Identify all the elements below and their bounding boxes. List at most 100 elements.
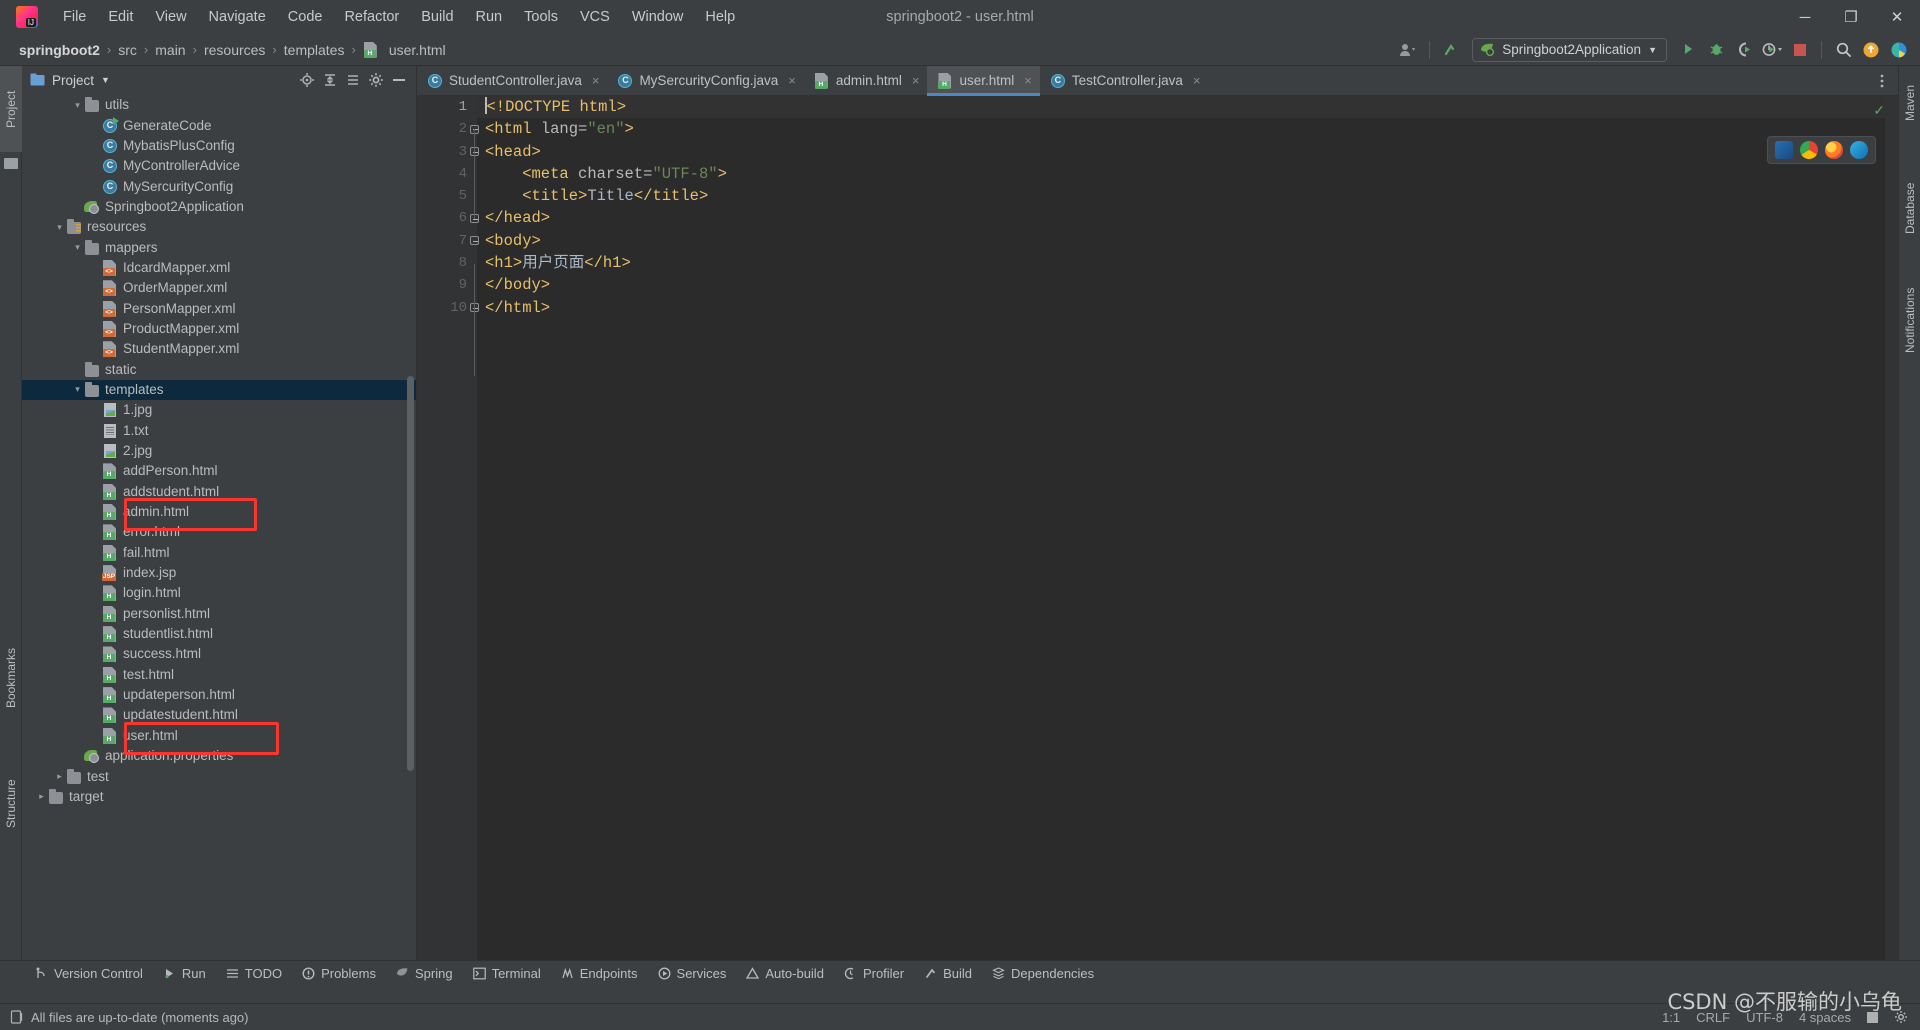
close-tab-icon[interactable]: × (912, 73, 920, 88)
menu-item-help[interactable]: Help (694, 6, 746, 28)
tree-node[interactable]: MyControllerAdvice (22, 156, 416, 176)
tool-window-terminal[interactable]: Terminal (464, 964, 550, 983)
settings-gear-icon[interactable] (365, 69, 387, 91)
close-tab-icon[interactable]: × (788, 73, 796, 88)
tool-window-build[interactable]: Build (915, 964, 981, 983)
editor-gutter[interactable]: 1 2 3 4 5 6 7 8 9 10 (417, 96, 479, 984)
project-tree[interactable]: ▾ utils GenerateCode MybatisPlusConfig MyCon… (22, 94, 416, 984)
code-line[interactable]: </html> (477, 297, 1898, 319)
code-content[interactable]: <!DOCTYPE html> <html lang="en"> <head> <m… (477, 96, 1898, 319)
tree-node[interactable]: Hsuccess.html (22, 644, 416, 664)
caret-position[interactable]: 1:1 (1662, 1010, 1680, 1025)
tree-node[interactable]: <> ProductMapper.xml (22, 319, 416, 339)
tool-window-profiler[interactable]: Profiler (835, 964, 913, 983)
tree-node[interactable]: 1.txt (22, 421, 416, 441)
menu-item-view[interactable]: View (144, 6, 197, 28)
browser-quick-launch-bar[interactable] (1767, 136, 1876, 164)
code-line[interactable]: <h1>用户页面</h1> (477, 252, 1898, 274)
breadcrumb-item-resources[interactable]: resources (199, 40, 270, 60)
edge-browser-icon[interactable] (1850, 141, 1868, 159)
tree-node[interactable]: static (22, 359, 416, 379)
breadcrumb-item-springboot2[interactable]: springboot2 (14, 40, 105, 60)
tree-node[interactable]: JSP index.jsp (22, 563, 416, 583)
close-button[interactable]: ✕ (1874, 0, 1920, 34)
tree-node[interactable]: application.properties (22, 746, 416, 766)
chevron-down-icon[interactable]: ▾ (71, 241, 84, 254)
breadcrumb-item-user-html[interactable]: Huser.html (358, 40, 451, 60)
memory-icon[interactable] (1867, 1011, 1878, 1023)
tree-node[interactable]: Hstudentlist.html (22, 624, 416, 644)
tree-node[interactable]: Hfail.html (22, 543, 416, 563)
menu-bar[interactable]: File Edit View Navigate Code Refactor Build Run… (52, 6, 746, 28)
tree-node[interactable]: Htest.html (22, 665, 416, 685)
tree-node[interactable]: ▾ utils (22, 95, 416, 115)
tree-node[interactable]: HaddPerson.html (22, 461, 416, 481)
tree-node[interactable]: Hupdateperson.html (22, 685, 416, 705)
breadcrumb-item-main[interactable]: main (150, 40, 190, 60)
tool-window-auto-build[interactable]: Auto-build (737, 964, 833, 983)
user-avatar-icon[interactable] (1395, 38, 1421, 62)
breadcrumb[interactable]: springboot2 › src › main › resources › templates… (14, 40, 451, 60)
ide-assistant-icon[interactable] (1886, 38, 1912, 62)
code-line[interactable]: <body> (477, 230, 1898, 252)
chevron-down-icon[interactable]: ▾ (71, 383, 84, 396)
breadcrumb-item-templates[interactable]: templates (279, 40, 350, 60)
indent-setting[interactable]: 4 spaces (1799, 1010, 1851, 1025)
tree-node[interactable]: 2.jpg (22, 441, 416, 461)
file-encoding[interactable]: UTF-8 (1746, 1010, 1783, 1025)
menu-item-tools[interactable]: Tools (513, 6, 569, 28)
editor-marker-strip[interactable] (1885, 96, 1898, 984)
tree-node[interactable]: ▸ target (22, 787, 416, 807)
menu-item-file[interactable]: File (52, 6, 97, 28)
line-separator[interactable]: CRLF (1696, 1010, 1730, 1025)
tree-node[interactable]: Springboot2Application (22, 197, 416, 217)
notifications-icon[interactable] (1858, 38, 1884, 62)
sidebar-item-project[interactable]: Project (0, 66, 22, 152)
code-line[interactable]: </head> (477, 207, 1898, 229)
tree-node[interactable]: 1.jpg (22, 400, 416, 420)
close-tab-icon[interactable]: × (1024, 73, 1032, 88)
inspection-status-icon[interactable]: ✓ (1873, 102, 1885, 119)
tree-node[interactable]: Hlogin.html (22, 583, 416, 603)
tool-window-version-control[interactable]: Version Control (26, 964, 152, 983)
tree-node[interactable]: MySercurityConfig (22, 176, 416, 196)
tree-node[interactable]: <> PersonMapper.xml (22, 298, 416, 318)
menu-item-run[interactable]: Run (465, 6, 514, 28)
run-icon[interactable] (1675, 38, 1701, 62)
tree-node[interactable]: Hupdatestudent.html (22, 705, 416, 725)
locate-icon[interactable] (296, 69, 318, 91)
chevron-down-icon[interactable]: ▼ (101, 75, 110, 85)
tree-node[interactable]: ▸ test (22, 766, 416, 786)
tool-window-endpoints[interactable]: Endpoints (552, 964, 647, 983)
tree-node[interactable]: Hadmin.html (22, 502, 416, 522)
code-editor[interactable]: 1 2 3 4 5 6 7 8 9 10 <!DOCTYPE html> <html lang="e… (417, 96, 1898, 984)
tree-node[interactable]: MybatisPlusConfig (22, 136, 416, 156)
tree-node[interactable]: <> OrderMapper.xml (22, 278, 416, 298)
tree-node[interactable]: ▾ resources (22, 217, 416, 237)
code-line[interactable]: <html lang="en"> (477, 118, 1898, 140)
updates-icon[interactable] (1438, 38, 1464, 62)
code-line[interactable]: <!DOCTYPE html> (477, 96, 1898, 118)
tree-node[interactable]: Hpersonlist.html (22, 604, 416, 624)
sidebar-item-database[interactable]: Database (1899, 164, 1920, 252)
menu-item-refactor[interactable]: Refactor (333, 6, 410, 28)
profiler-icon[interactable] (1759, 38, 1785, 62)
close-tab-icon[interactable]: × (1193, 73, 1201, 88)
menu-item-edit[interactable]: Edit (97, 6, 144, 28)
tree-node[interactable]: ▾ mappers (22, 237, 416, 257)
sidebar-item-bookmarks[interactable]: Bookmarks (0, 626, 22, 730)
editor-tab-bar[interactable]: StudentController.java×MySercurityConfig… (417, 66, 1898, 96)
sidebar-item-structure[interactable]: Structure (0, 756, 22, 852)
menu-item-window[interactable]: Window (621, 6, 695, 28)
stop-icon[interactable] (1787, 38, 1813, 62)
tree-node[interactable]: Haddstudent.html (22, 482, 416, 502)
settings-gear-icon[interactable] (1894, 1010, 1908, 1024)
tool-window-spring[interactable]: Spring (387, 964, 462, 983)
debug-icon[interactable] (1703, 38, 1729, 62)
code-line[interactable]: <head> (477, 141, 1898, 163)
chevron-right-icon[interactable]: ▸ (53, 770, 66, 783)
tree-node-selected[interactable]: ▾ templates (22, 379, 416, 401)
editor-tab-admin-html[interactable]: Hadmin.html × (804, 66, 928, 95)
editor-tab-MySercurityConfig-java[interactable]: MySercurityConfig.java × (607, 66, 803, 95)
chevron-down-icon[interactable]: ▾ (53, 221, 66, 234)
